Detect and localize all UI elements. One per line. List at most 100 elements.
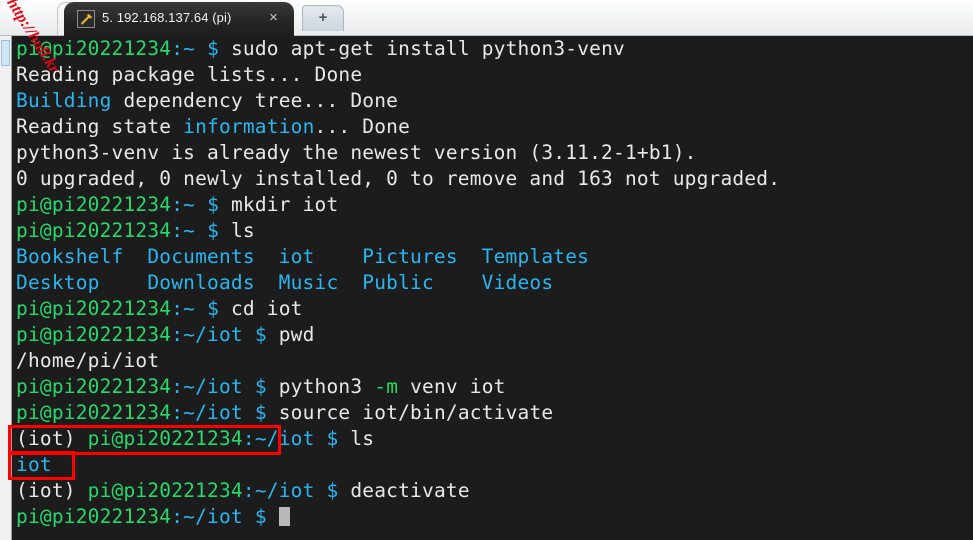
terminal-line: python3-venv is already the newest versi… bbox=[16, 140, 966, 166]
terminal-text-segment: cd iot bbox=[219, 297, 303, 320]
terminal-text-segment: ls bbox=[219, 219, 255, 242]
terminal-text-segment: :~/iot bbox=[171, 323, 243, 346]
terminal-text-segment: source iot/bin/activate bbox=[267, 401, 554, 424]
terminal-text-segment: (iot) bbox=[16, 479, 88, 502]
terminal-text-segment: Reading package lists... Done bbox=[16, 63, 362, 86]
terminal-text-segment: information bbox=[183, 115, 314, 138]
terminal-line: (iot) pi@pi20221234:~/iot $ deactivate bbox=[16, 478, 966, 504]
new-tab-button[interactable]: + bbox=[302, 5, 344, 31]
terminal-text-segment: 0 upgraded, 0 newly installed, 0 to remo… bbox=[16, 167, 780, 190]
terminal-text-segment: :~/iot bbox=[243, 479, 315, 502]
terminal-line: Bookshelf Documents iot Pictures Templat… bbox=[16, 244, 966, 270]
terminal-text-segment: pi@pi20221234 bbox=[88, 427, 243, 450]
terminal-window: 5. 192.168.137.64 (pi) × + pi@pi20221234… bbox=[0, 0, 973, 540]
terminal-text-segment: :~ bbox=[171, 297, 195, 320]
terminal-text-segment: :~/iot bbox=[171, 505, 243, 528]
terminal-line: iot bbox=[16, 452, 966, 478]
terminal-text-segment: sudo apt-get install python3-venv bbox=[219, 37, 625, 60]
terminal-text-segment: pi@pi20221234 bbox=[16, 505, 171, 528]
tab-session-1[interactable]: 5. 192.168.137.64 (pi) × bbox=[64, 2, 294, 36]
terminal-text-segment bbox=[195, 193, 207, 216]
terminal-line: pi@pi20221234:~ $ cd iot bbox=[16, 296, 966, 322]
terminal-text-segment bbox=[195, 297, 207, 320]
rail-session-indicator[interactable] bbox=[1, 40, 10, 66]
terminal-text-segment: $ bbox=[326, 427, 338, 450]
terminal-text-segment: dependency tree... Done bbox=[112, 89, 399, 112]
wrench-icon bbox=[80, 13, 93, 26]
text-cursor bbox=[279, 507, 290, 526]
terminal-line: /home/pi/iot bbox=[16, 348, 966, 374]
terminal-line-list: pi@pi20221234:~ $ sudo apt-get install p… bbox=[16, 36, 966, 530]
terminal-text-segment: :~/iot bbox=[243, 427, 315, 450]
terminal-text-segment: $ bbox=[255, 375, 267, 398]
terminal-text-segment: python3 bbox=[267, 375, 374, 398]
terminal-text-segment: pi@pi20221234 bbox=[16, 401, 171, 424]
terminal-text-segment: pi@pi20221234 bbox=[16, 193, 171, 216]
terminal-text-segment bbox=[243, 375, 255, 398]
terminal-text-segment: $ bbox=[207, 219, 219, 242]
terminal-line: Desktop Downloads Music Public Videos bbox=[16, 270, 966, 296]
terminal-text-segment bbox=[243, 401, 255, 424]
terminal-text-segment: (iot) bbox=[16, 427, 88, 450]
terminal-line: pi@pi20221234:~/iot $ python3 -m venv io… bbox=[16, 374, 966, 400]
terminal-text-segment: :~ bbox=[171, 37, 195, 60]
terminal-text-segment: venv iot bbox=[398, 375, 505, 398]
terminal-text-segment: :~/iot bbox=[171, 375, 243, 398]
terminal-text-segment bbox=[195, 37, 207, 60]
terminal-text-segment: deactivate bbox=[338, 479, 469, 502]
terminal-text-segment bbox=[267, 505, 279, 528]
terminal-line: Reading package lists... Done bbox=[16, 62, 966, 88]
terminal-text-segment: Bookshelf Documents iot Pictures Templat… bbox=[16, 245, 589, 268]
terminal-scrollbar[interactable] bbox=[968, 36, 973, 540]
terminal-text-segment: :~/iot bbox=[171, 401, 243, 424]
terminal-line: pi@pi20221234:~ $ sudo apt-get install p… bbox=[16, 36, 966, 62]
terminal-line: pi@pi20221234:~/iot $ source iot/bin/act… bbox=[16, 400, 966, 426]
plus-icon: + bbox=[303, 6, 343, 31]
tab-title: 5. 192.168.137.64 (pi) bbox=[102, 10, 231, 25]
terminal-line: pi@pi20221234:~/iot $ bbox=[16, 504, 966, 530]
terminal-text-segment: ... Done bbox=[315, 115, 411, 138]
terminal-line: Reading state information... Done bbox=[16, 114, 966, 140]
terminal-text-segment: pi@pi20221234 bbox=[16, 219, 171, 242]
terminal-text-segment bbox=[243, 505, 255, 528]
tab-icon-frame bbox=[77, 10, 95, 28]
terminal-text-segment: mkdir iot bbox=[219, 193, 338, 216]
terminal-text-segment: pi@pi20221234 bbox=[88, 479, 243, 502]
terminal-line: (iot) pi@pi20221234:~/iot $ ls bbox=[16, 426, 966, 452]
terminal-text-segment: Reading state bbox=[16, 115, 183, 138]
terminal-line: pi@pi20221234:~ $ ls bbox=[16, 218, 966, 244]
terminal-text-segment: pi@pi20221234 bbox=[16, 297, 171, 320]
close-icon[interactable]: × bbox=[265, 9, 282, 26]
terminal-text-segment: $ bbox=[255, 323, 267, 346]
terminal-text-segment bbox=[315, 479, 327, 502]
terminal-text-segment: Desktop Downloads Music Public Videos bbox=[16, 271, 553, 294]
terminal-text-segment: Building bbox=[16, 89, 112, 112]
terminal-line: 0 upgraded, 0 newly installed, 0 to remo… bbox=[16, 166, 966, 192]
terminal-text-segment: pwd bbox=[267, 323, 315, 346]
terminal-text-segment: $ bbox=[207, 193, 219, 216]
terminal-text-segment: /home/pi/iot bbox=[16, 349, 159, 372]
terminal-text-segment bbox=[243, 323, 255, 346]
terminal-text-segment: :~ bbox=[171, 219, 195, 242]
terminal-text-segment bbox=[195, 219, 207, 242]
terminal-text-segment: $ bbox=[255, 505, 267, 528]
terminal-text-segment: $ bbox=[255, 401, 267, 424]
terminal-text-segment: python3-venv is already the newest versi… bbox=[16, 141, 697, 164]
terminal-line: Building dependency tree... Done bbox=[16, 88, 966, 114]
terminal-text-segment: $ bbox=[326, 479, 338, 502]
terminal-text-segment: $ bbox=[207, 37, 219, 60]
terminal-line: pi@pi20221234:~ $ mkdir iot bbox=[16, 192, 966, 218]
terminal-text-segment: pi@pi20221234 bbox=[16, 37, 171, 60]
terminal-text-segment: $ bbox=[207, 297, 219, 320]
left-sidebar-rail bbox=[0, 0, 12, 540]
terminal-text-segment: pi@pi20221234 bbox=[16, 375, 171, 398]
terminal-text-segment: iot bbox=[16, 453, 52, 476]
terminal-text-segment: -m bbox=[374, 375, 398, 398]
terminal-text-segment: pi@pi20221234 bbox=[16, 323, 171, 346]
terminal-text-segment: ls bbox=[338, 427, 374, 450]
tab-bar: 5. 192.168.137.64 (pi) × + bbox=[0, 0, 973, 36]
terminal-text-segment: :~ bbox=[171, 193, 195, 216]
terminal-output-area[interactable]: pi@pi20221234:~ $ sudo apt-get install p… bbox=[12, 36, 973, 540]
terminal-line: pi@pi20221234:~/iot $ pwd bbox=[16, 322, 966, 348]
terminal-text-segment bbox=[315, 427, 327, 450]
